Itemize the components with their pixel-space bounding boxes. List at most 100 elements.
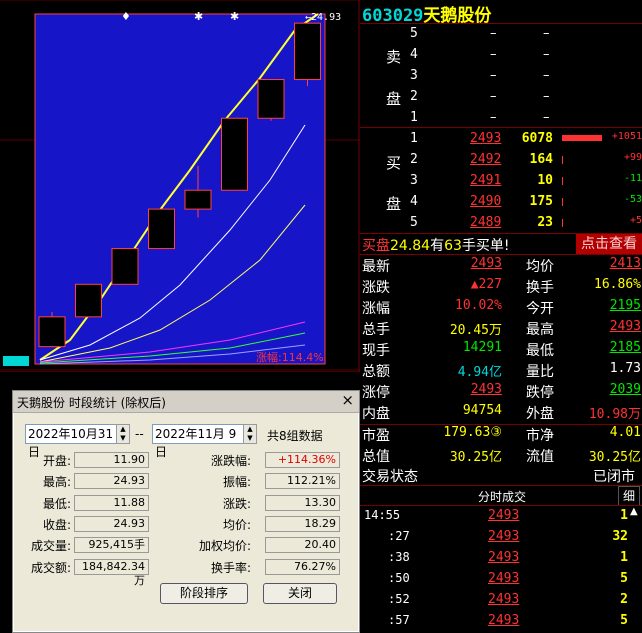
tick-time: :27 xyxy=(388,529,410,543)
marker-icon: ♦ xyxy=(121,10,131,23)
stat-label: 收盘: xyxy=(42,517,71,532)
dialog-close-button[interactable]: 关闭 xyxy=(263,583,337,604)
spin-down-icon[interactable]: ▼ xyxy=(117,434,129,443)
tick-volume: 1 xyxy=(620,508,628,523)
quote-panel: 603029天鹅股份 卖 盘 5– –4– –3– –2– –1– – 买 盘 1 2493… xyxy=(360,0,642,631)
volume-bar xyxy=(562,219,563,227)
buy-level: 3 xyxy=(410,173,418,188)
sell-price[interactable]: – xyxy=(490,110,497,125)
tick-price[interactable]: 2493 xyxy=(488,508,519,523)
buy-price[interactable]: 2490 xyxy=(470,194,501,209)
buy-volume[interactable]: 164 xyxy=(518,152,553,167)
sell-price[interactable]: – xyxy=(490,26,497,41)
sell-volume[interactable]: – xyxy=(543,26,550,41)
sell-level: 4 xyxy=(410,47,418,62)
buy-notice[interactable]: 买盘24.84有63手买单! xyxy=(362,235,510,255)
sell-price[interactable]: – xyxy=(490,47,497,62)
sell-price[interactable]: – xyxy=(490,68,497,83)
stat-label: 总手 xyxy=(362,322,390,338)
tick-price[interactable]: 2493 xyxy=(488,571,519,586)
candle-body[interactable] xyxy=(294,22,321,81)
buy-price[interactable]: 2491 xyxy=(470,173,501,188)
scroll-up-icon[interactable]: ▲ xyxy=(630,506,638,517)
buy-volume[interactable]: 23 xyxy=(518,215,553,230)
candle-prev xyxy=(3,356,29,366)
candle-body[interactable] xyxy=(111,248,139,285)
dialog-titlebar[interactable]: 天鹅股份 时段统计 (除权后) × xyxy=(13,391,359,413)
buy-price[interactable]: 2489 xyxy=(470,215,501,230)
ticks-header: 分时成交 xyxy=(478,490,527,504)
candle-body[interactable] xyxy=(38,316,66,348)
candle-body[interactable] xyxy=(257,79,285,119)
stat-label: 流值 xyxy=(526,449,554,465)
close-icon[interactable]: × xyxy=(341,391,354,409)
date-to-spinner[interactable]: ▲ ▼ xyxy=(243,424,257,444)
tick-time: :38 xyxy=(388,550,410,564)
candle-body[interactable] xyxy=(75,283,102,318)
dialog-title: 天鹅股份 时段统计 (除权后) xyxy=(17,396,166,410)
stat-label: 最新 xyxy=(362,259,390,275)
sell-volume[interactable]: – xyxy=(543,89,550,104)
sell-volume[interactable]: – xyxy=(543,47,550,62)
stat-value: 10.02% xyxy=(455,298,502,313)
stat-value: ▲227 xyxy=(470,277,502,292)
stat-label: 最高 xyxy=(526,322,554,338)
notice-mid: 有 xyxy=(430,238,445,254)
stat-label: 量比 xyxy=(526,364,554,380)
status-value: 已闭市 xyxy=(593,469,635,485)
status-label: 交易状态 xyxy=(362,469,418,485)
candle-body[interactable] xyxy=(148,208,175,250)
kline-chart[interactable]: ♦ ✱ ✱ ←24.93 涨幅:114.4% xyxy=(0,0,360,373)
stat-field: 76.27% xyxy=(265,558,340,575)
sell-level: 5 xyxy=(410,26,418,41)
stat-label: 成交量: xyxy=(30,539,71,554)
stat-value: 2413 xyxy=(609,256,641,271)
buy-price[interactable]: 2493 xyxy=(470,131,501,146)
spin-up-icon[interactable]: ▲ xyxy=(117,425,129,434)
stat-label: 总额 xyxy=(362,364,390,380)
date-to-field[interactable]: 2022年11月 9日 xyxy=(152,424,248,459)
buy-volume[interactable]: 175 xyxy=(518,194,553,209)
buy-price[interactable]: 2492 xyxy=(470,152,501,167)
stat-value: 2185 xyxy=(609,340,641,355)
stat-value: 4.01 xyxy=(609,425,641,440)
tick-time: :57 xyxy=(388,613,410,627)
date-from-spinner[interactable]: ▲ ▼ xyxy=(116,424,130,444)
buy-volume[interactable]: 10 xyxy=(518,173,553,188)
candle-body[interactable] xyxy=(184,189,212,210)
spin-up-icon[interactable]: ▲ xyxy=(244,425,256,434)
stat-label: 加权均价: xyxy=(198,539,251,554)
group-count: 共8组数据 xyxy=(267,429,323,443)
check-button[interactable]: 点击查看 xyxy=(576,234,642,254)
spin-down-icon[interactable]: ▼ xyxy=(244,434,256,443)
sell-label-top: 卖 xyxy=(386,48,402,66)
buy-volume[interactable]: 6078 xyxy=(518,131,553,146)
stat-field: 24.93 xyxy=(74,515,149,532)
stat-field: 112.21% xyxy=(265,473,340,490)
volume-change: -11 xyxy=(623,173,642,184)
period-stats-dialog: 天鹅股份 时段统计 (除权后) × 2022年10月31日 ▲ ▼ -- 202… xyxy=(12,390,360,633)
ticks-detail-tab[interactable]: 细 xyxy=(618,486,640,506)
stat-label: 最低: xyxy=(42,496,71,511)
sell-level: 3 xyxy=(410,68,418,83)
sell-volume[interactable]: – xyxy=(543,68,550,83)
sell-volume[interactable]: – xyxy=(543,110,550,125)
stage-sort-button[interactable]: 阶段排序 xyxy=(160,583,248,604)
stat-label: 换手 xyxy=(526,280,554,296)
tick-time: :52 xyxy=(388,592,410,606)
stat-label: 均价: xyxy=(222,517,251,532)
stat-label: 成交额: xyxy=(30,560,71,575)
marker-icon: ✱ xyxy=(230,10,239,23)
tick-price[interactable]: 2493 xyxy=(488,613,519,628)
stat-label: 最低 xyxy=(526,343,554,359)
stat-label: 市净 xyxy=(526,428,554,444)
sell-price[interactable]: – xyxy=(490,89,497,104)
sell-level: 1 xyxy=(410,110,418,125)
date-separator: -- xyxy=(135,427,144,441)
tick-price[interactable]: 2493 xyxy=(488,529,519,544)
tick-price[interactable]: 2493 xyxy=(488,592,519,607)
date-from-field[interactable]: 2022年10月31日 xyxy=(25,424,121,459)
tick-price[interactable]: 2493 xyxy=(488,550,519,565)
candle-body[interactable] xyxy=(221,117,248,191)
tick-volume: 5 xyxy=(620,571,628,586)
